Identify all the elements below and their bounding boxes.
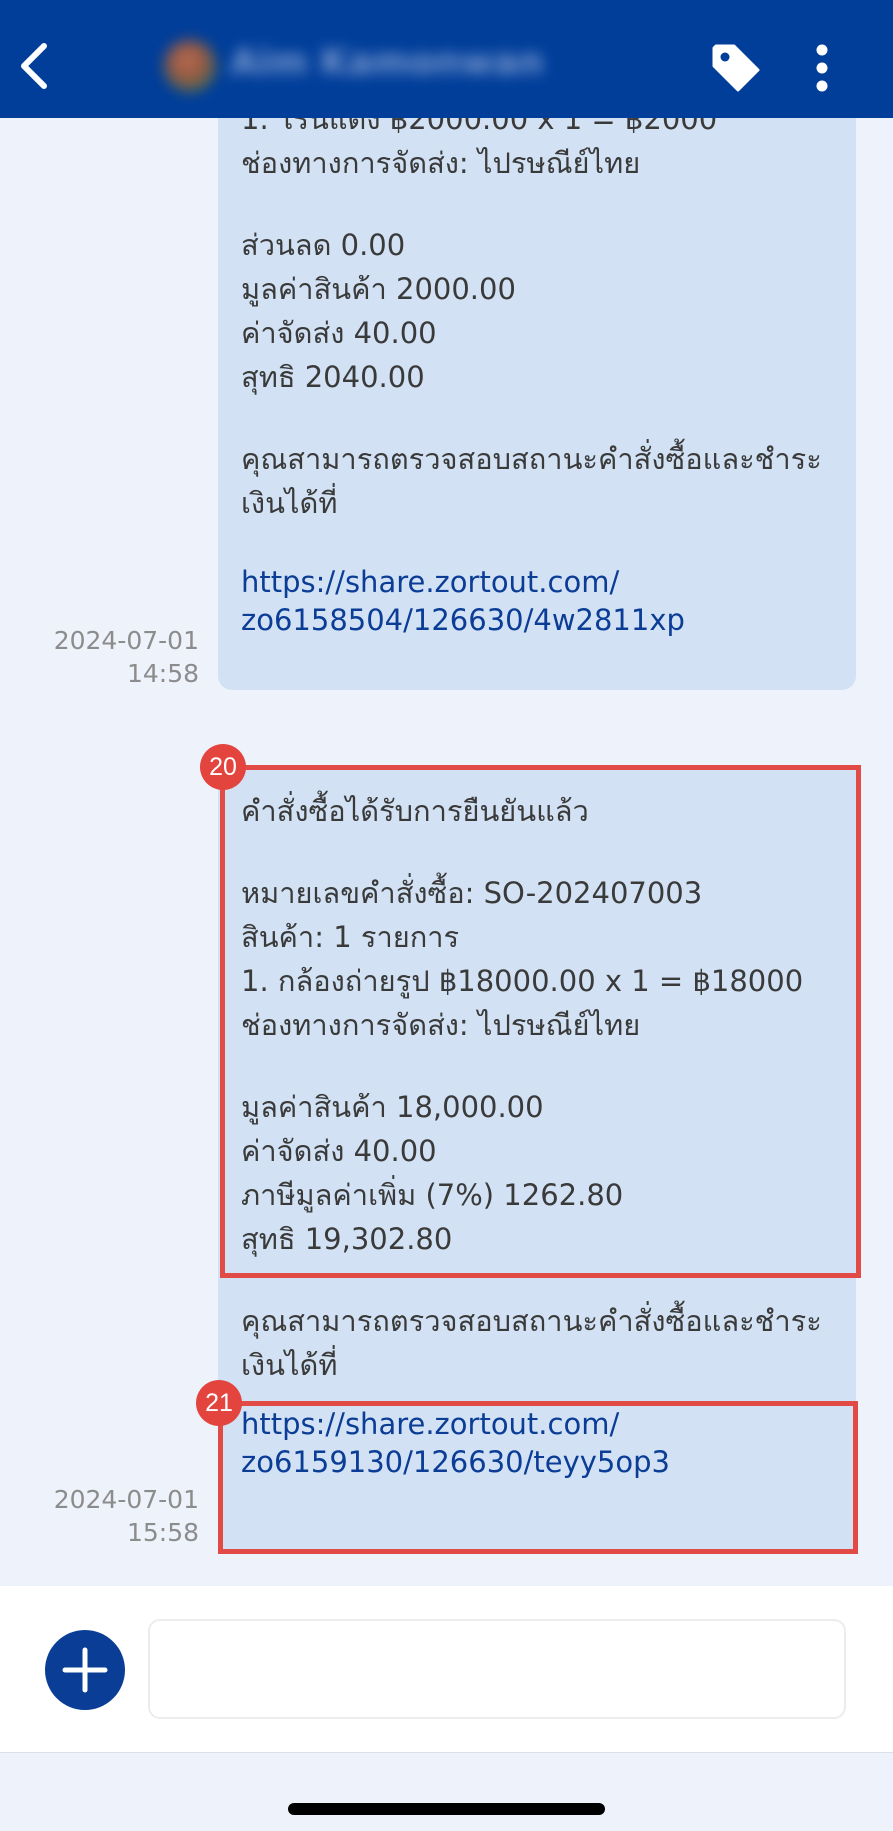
annotation-box	[218, 1401, 858, 1554]
annotation-badge: 20	[200, 744, 246, 790]
home-indicator-area	[0, 1752, 893, 1831]
plus-icon	[62, 1647, 108, 1693]
home-indicator[interactable]	[288, 1803, 605, 1815]
contact-name: Aim Kamonwan	[230, 42, 544, 83]
order-link[interactable]: https://share.zortout.com/	[241, 563, 844, 601]
message-line: สุทธิ 2040.00	[241, 360, 425, 394]
chat-screen: 1. โรนแดง ฿2000.00 x 1 = ฿2000 ช่องทางกา…	[0, 0, 893, 1831]
message-line: เงินได้ที่	[241, 1348, 338, 1382]
annotation-box	[220, 765, 861, 1278]
message-line: คุณสามารถตรวจสอบสถานะคำสั่งซื้อและชำระ	[241, 442, 822, 476]
back-button[interactable]	[14, 38, 58, 94]
message-line: ค่าจัดส่ง 40.00	[241, 316, 437, 350]
timestamp-date: 2024-07-01	[53, 626, 199, 655]
chat-header: Aim Kamonwan	[0, 0, 893, 118]
contact-info[interactable]: Aim Kamonwan	[158, 32, 544, 102]
avatar	[164, 40, 216, 92]
message-timestamp: 2024-07-01 14:58	[39, 624, 199, 690]
more-options-button[interactable]	[802, 40, 842, 96]
tag-button[interactable]	[708, 40, 764, 96]
message-input[interactable]	[148, 1619, 846, 1719]
message-line: ช่องทางการจัดส่ง: ไปรษณีย์ไทย	[241, 146, 641, 180]
chevron-left-icon	[21, 43, 47, 89]
message-composer	[0, 1586, 893, 1752]
annotation-badge: 21	[196, 1380, 242, 1426]
message-line: เงินได้ที่	[241, 486, 338, 520]
more-vertical-icon	[816, 44, 828, 92]
message-timestamp: 2024-07-01 15:58	[39, 1483, 199, 1549]
message-line: คุณสามารถตรวจสอบสถานะคำสั่งซื้อและชำระ	[241, 1304, 822, 1338]
message-line: มูลค่าสินค้า 2000.00	[241, 272, 516, 306]
order-link[interactable]: zo6158504/126630/4w2811xp	[241, 601, 844, 639]
timestamp-time: 15:58	[126, 1518, 199, 1547]
add-attachment-button[interactable]	[45, 1630, 125, 1710]
timestamp-time: 14:58	[126, 659, 199, 688]
timestamp-date: 2024-07-01	[53, 1485, 199, 1514]
tag-icon	[712, 44, 760, 92]
message-line: ส่วนลด 0.00	[241, 228, 406, 262]
